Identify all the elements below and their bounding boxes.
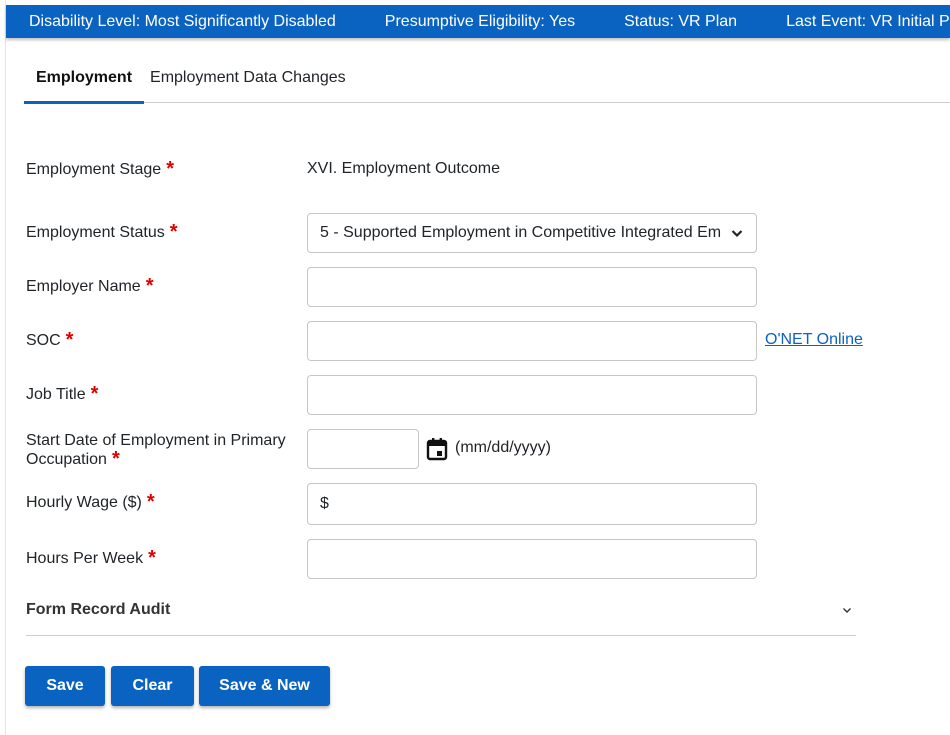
presumptive-eligibility: Presumptive Eligibility: Yes — [384, 12, 576, 30]
chevron-down-icon — [731, 230, 743, 238]
soc-label: SOC * — [26, 329, 74, 351]
save-button[interactable]: Save — [25, 666, 105, 706]
chevron-down-icon — [843, 608, 851, 613]
employment-stage-value: XVI. Employment Outcome — [307, 160, 500, 177]
onet-online-link[interactable]: O'NET Online — [765, 331, 863, 349]
form-record-audit-title: Form Record Audit — [26, 601, 171, 618]
soc-input[interactable] — [307, 321, 757, 361]
hourly-wage-label: Hourly Wage ($) * — [26, 491, 155, 513]
required-marker: * — [111, 448, 120, 470]
start-date-input[interactable] — [307, 429, 419, 469]
form-record-audit-toggle[interactable]: Form Record Audit — [26, 599, 856, 636]
required-marker: * — [90, 383, 99, 405]
case-status: Status: VR Plan — [624, 12, 738, 30]
job-title-label: Job Title * — [26, 383, 99, 405]
required-marker: * — [145, 275, 154, 297]
employer-name-input[interactable] — [307, 267, 757, 307]
tab-bar: Employment Employment Data Changes — [24, 60, 950, 104]
hours-per-week-input[interactable] — [307, 539, 757, 579]
employment-status-select[interactable]: 5 - Supported Employment in Competitive … — [307, 213, 757, 253]
clear-button[interactable]: Clear — [111, 666, 194, 706]
employer-name-label: Employer Name * — [26, 275, 154, 297]
last-event: Last Event: VR Initial Plan — [786, 12, 950, 30]
calendar-icon[interactable] — [426, 437, 448, 461]
tab-employment[interactable]: Employment — [24, 60, 145, 104]
required-marker: * — [148, 547, 156, 569]
required-marker: * — [166, 158, 174, 180]
hourly-wage-input[interactable]: $ — [307, 483, 757, 525]
tab-employment-data-changes[interactable]: Employment Data Changes — [144, 60, 358, 103]
employment-stage-label: Employment Stage * — [26, 158, 174, 180]
required-marker: * — [65, 329, 74, 351]
date-format-hint: (mm/dd/yyyy) — [455, 439, 551, 456]
required-marker: * — [146, 491, 155, 513]
required-marker: * — [169, 221, 178, 243]
page-left-border — [5, 0, 6, 735]
employment-status-label: Employment Status * — [26, 221, 178, 243]
disability-level: Disability Level: Most Significantly Dis… — [29, 12, 336, 30]
hours-per-week-label: Hours Per Week * — [26, 547, 156, 569]
case-status-bar: Disability Level: Most Significantly Dis… — [6, 5, 950, 38]
employment-status-selected: 5 - Supported Employment in Competitive … — [320, 224, 722, 241]
start-date-label: Start Date of Employment in Primary Occu… — [26, 432, 286, 470]
save-and-new-button[interactable]: Save & New — [199, 666, 330, 706]
job-title-input[interactable] — [307, 375, 757, 415]
